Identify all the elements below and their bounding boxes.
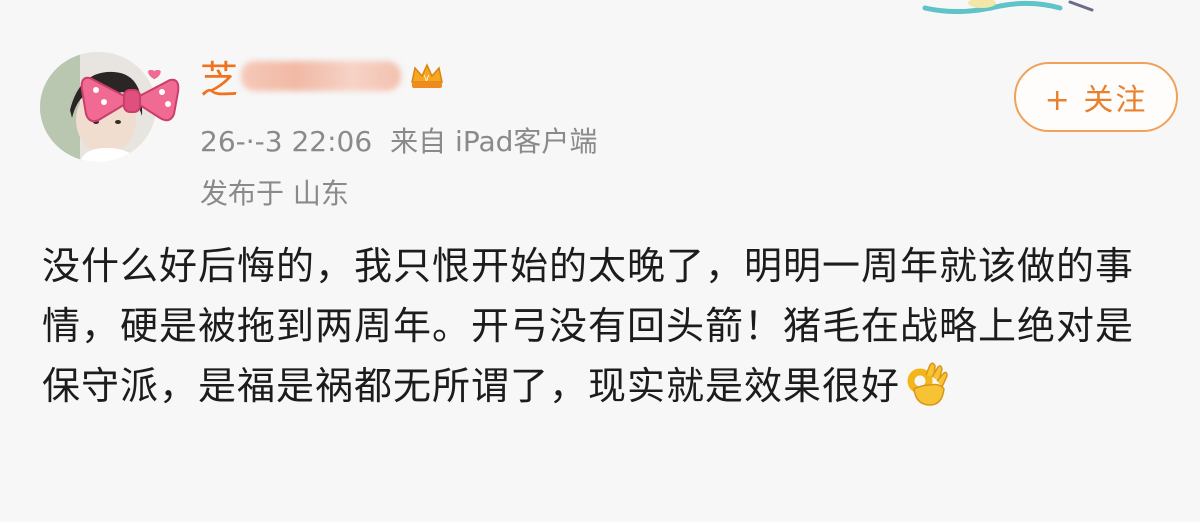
post-body: 没什么好后悔的，我只恨开始的太晚了，明明一周年就该做的事情，硬是被拖到两周年。开… bbox=[42, 236, 1172, 416]
crown-badge-icon: V bbox=[411, 63, 443, 88]
ok-hand-emoji bbox=[907, 362, 948, 406]
username-text[interactable]: 芝 bbox=[200, 49, 239, 104]
username[interactable]: 芝 V bbox=[200, 50, 445, 102]
svg-text:V: V bbox=[424, 74, 430, 83]
post-meta: 26-·-3 22:06 来自 iPad客户端 bbox=[200, 120, 597, 160]
username-redacted bbox=[241, 61, 402, 91]
top-decoration-icon bbox=[922, 0, 1094, 14]
post-source[interactable]: 来自 iPad客户端 bbox=[390, 125, 597, 158]
follow-button[interactable]: + 关注 bbox=[1014, 62, 1178, 132]
weibo-post-card: 芝 V 26-·-3 22:06 来自 iPad客户端 发布于 山东 + 关注 没… bbox=[0, 0, 1200, 522]
post-location: 发布于 山东 bbox=[200, 177, 349, 210]
pink-bow-icon bbox=[80, 70, 180, 123]
post-timestamp: 26-·-3 22:06 bbox=[200, 125, 373, 158]
avatar-area[interactable] bbox=[40, 52, 180, 162]
post-text: 没什么好后悔的，我只恨开始的太晚了，明明一周年就该做的事情，硬是被拖到两周年。开… bbox=[42, 244, 1135, 408]
